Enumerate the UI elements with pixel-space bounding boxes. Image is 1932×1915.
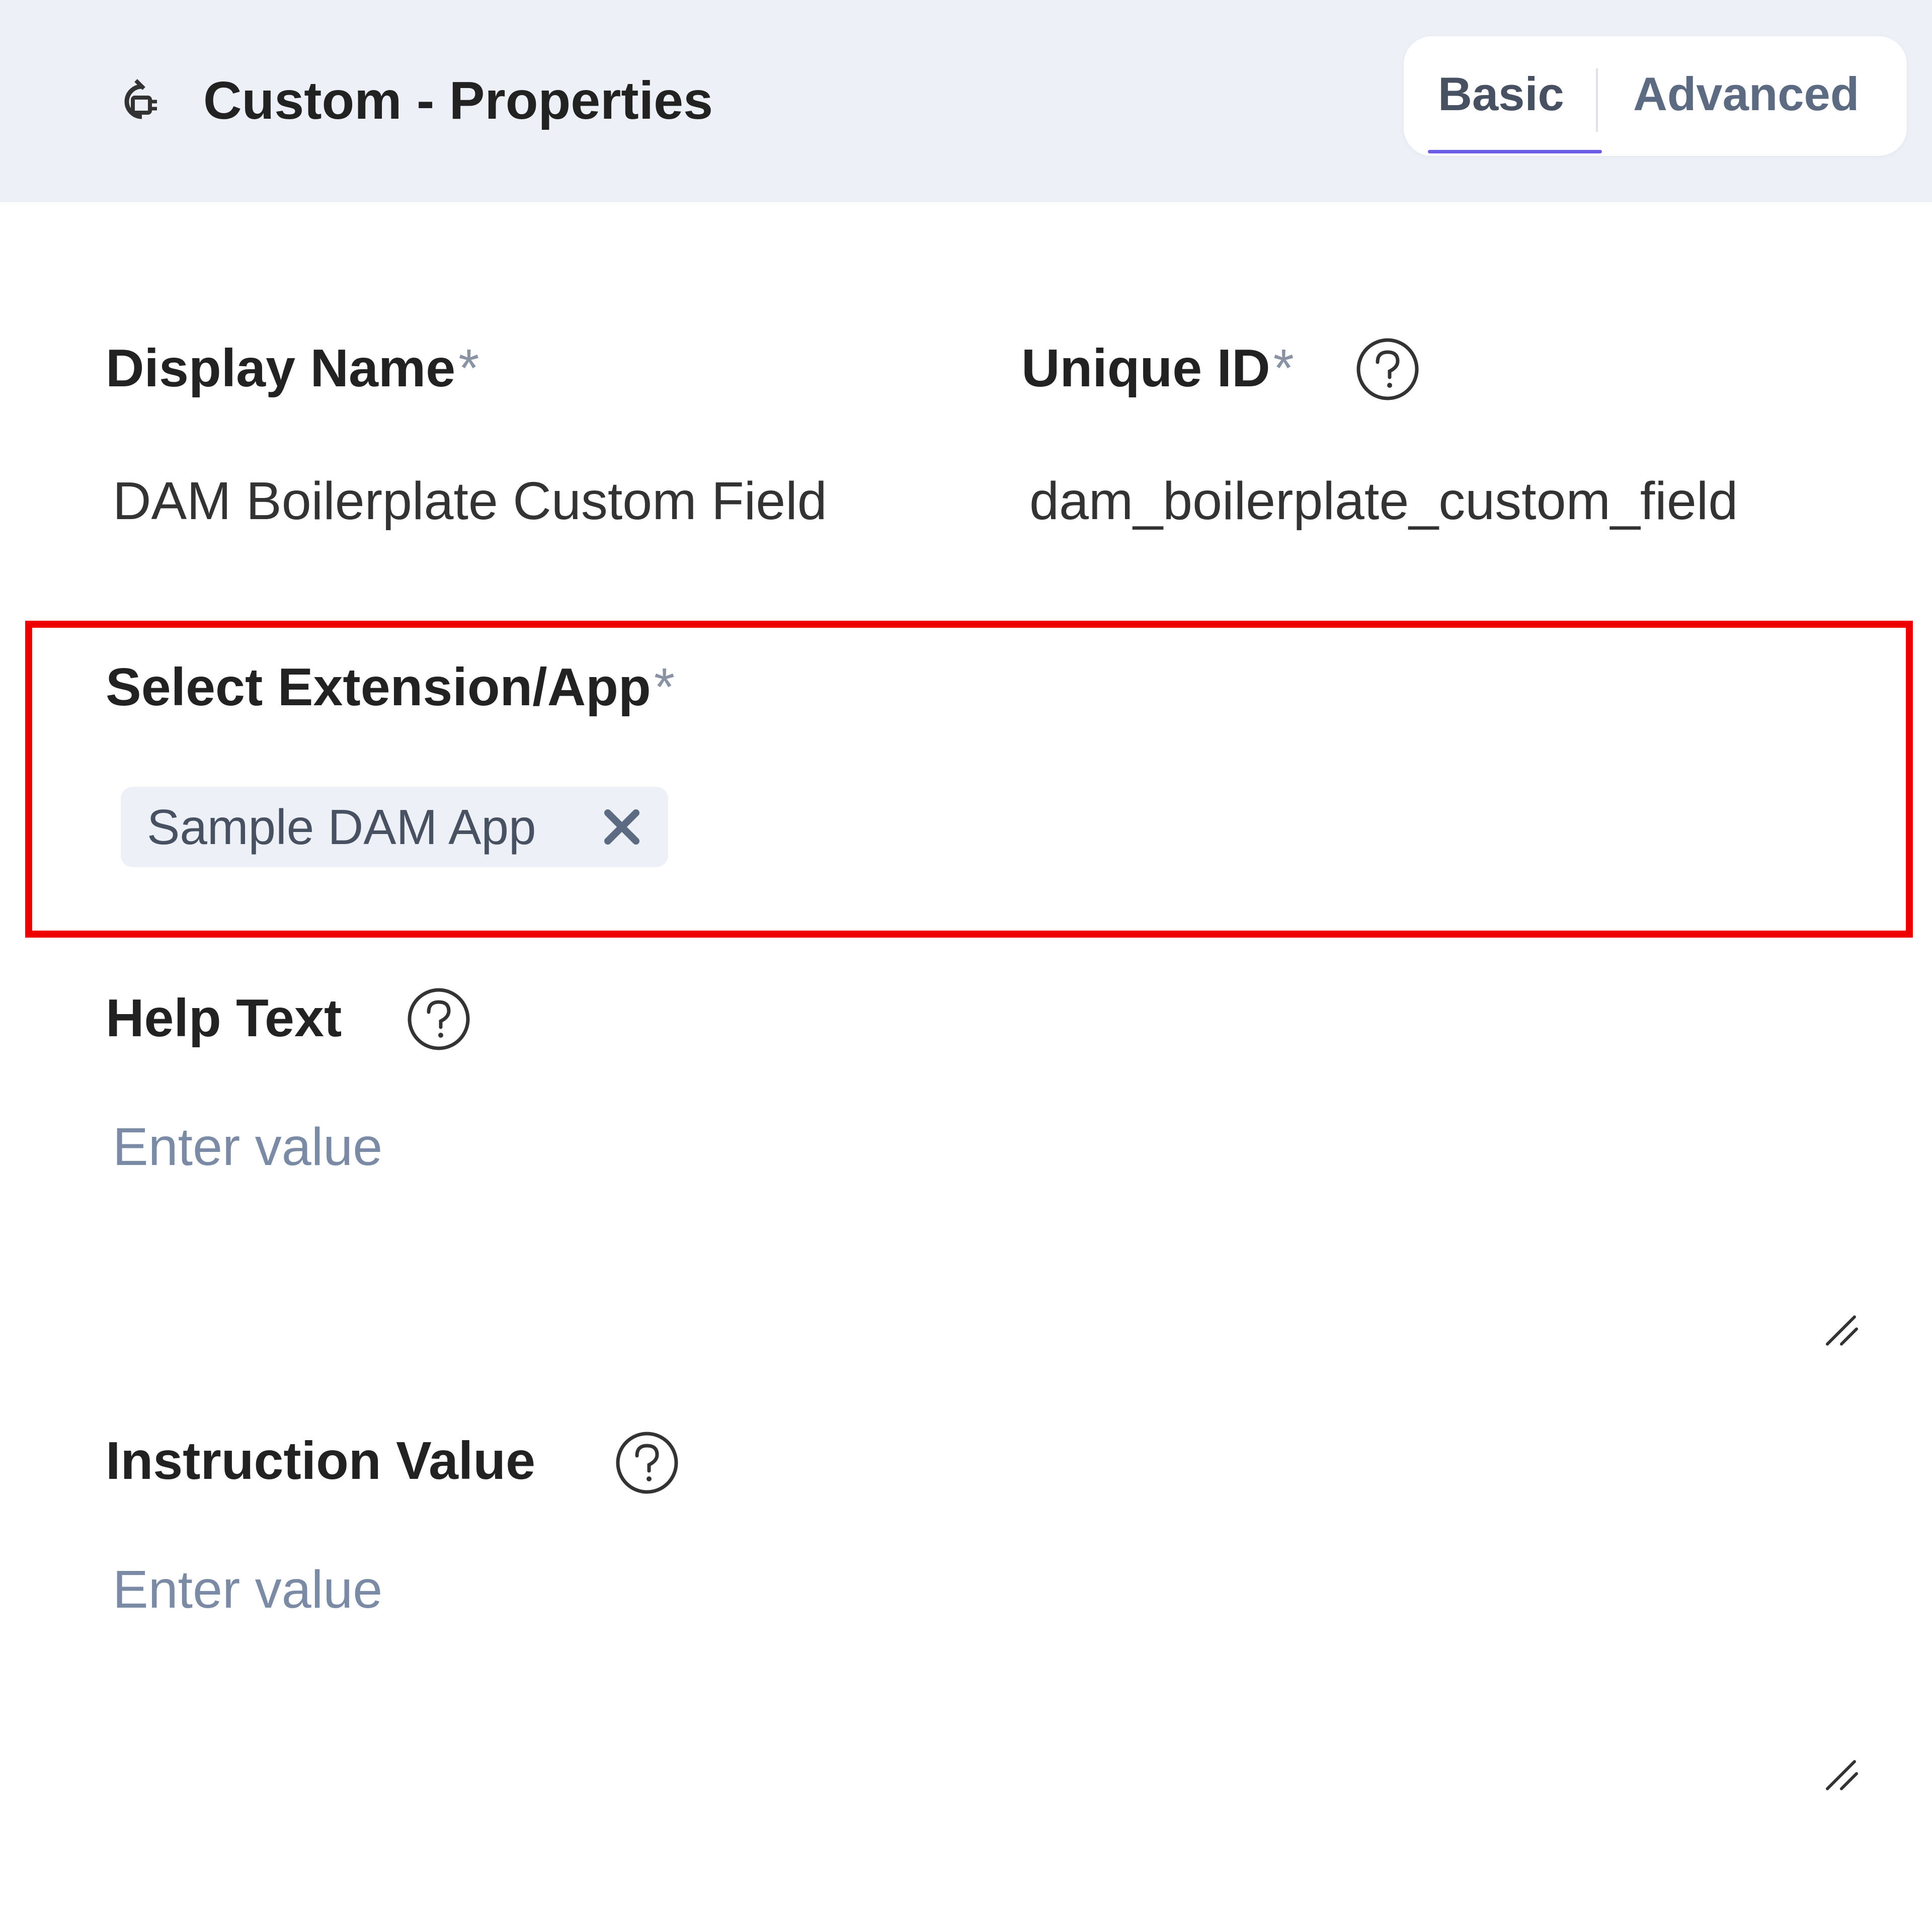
select-extension-label-text: Select Extension/App [106, 657, 651, 717]
required-mark: * [654, 657, 675, 717]
tab-basic[interactable]: Basic [1438, 66, 1564, 122]
resize-handle-icon[interactable] [1824, 1756, 1865, 1796]
active-tab-indicator [1428, 150, 1602, 153]
tab-bar: Basic Advanced [1404, 36, 1907, 156]
question-circle-icon[interactable] [1354, 336, 1421, 402]
close-icon[interactable] [598, 803, 646, 851]
help-text-textarea[interactable]: Enter value [113, 1117, 382, 1177]
help-text-label: Help Text [106, 988, 342, 1048]
unique-id-field[interactable]: dam_boilerplate_custom_field [1029, 471, 1738, 531]
display-name-field[interactable]: DAM Boilerplate Custom Field [113, 471, 827, 531]
tab-divider [1596, 68, 1598, 132]
select-extension-label: Select Extension/App* [106, 657, 675, 717]
custom-field-icon [124, 79, 157, 119]
tab-advanced[interactable]: Advanced [1633, 66, 1859, 122]
selected-app-chip[interactable]: Sample DAM App [121, 787, 668, 867]
instruction-value-textarea[interactable]: Enter value [113, 1559, 382, 1620]
required-mark: * [1273, 339, 1294, 398]
resize-handle-icon[interactable] [1824, 1311, 1865, 1351]
instruction-value-label: Instruction Value [106, 1431, 536, 1490]
properties-header: Custom - Properties Basic Advanced [0, 0, 1932, 202]
required-mark: * [458, 339, 479, 398]
unique-id-label: Unique ID* [1021, 338, 1294, 398]
display-name-label-text: Display Name [106, 339, 456, 398]
page-title: Custom - Properties [203, 71, 713, 130]
question-circle-icon[interactable] [406, 986, 472, 1052]
selected-app-label: Sample DAM App [147, 799, 536, 855]
unique-id-label-text: Unique ID [1021, 339, 1270, 398]
question-circle-icon[interactable] [614, 1430, 680, 1496]
display-name-label: Display Name* [106, 338, 479, 398]
